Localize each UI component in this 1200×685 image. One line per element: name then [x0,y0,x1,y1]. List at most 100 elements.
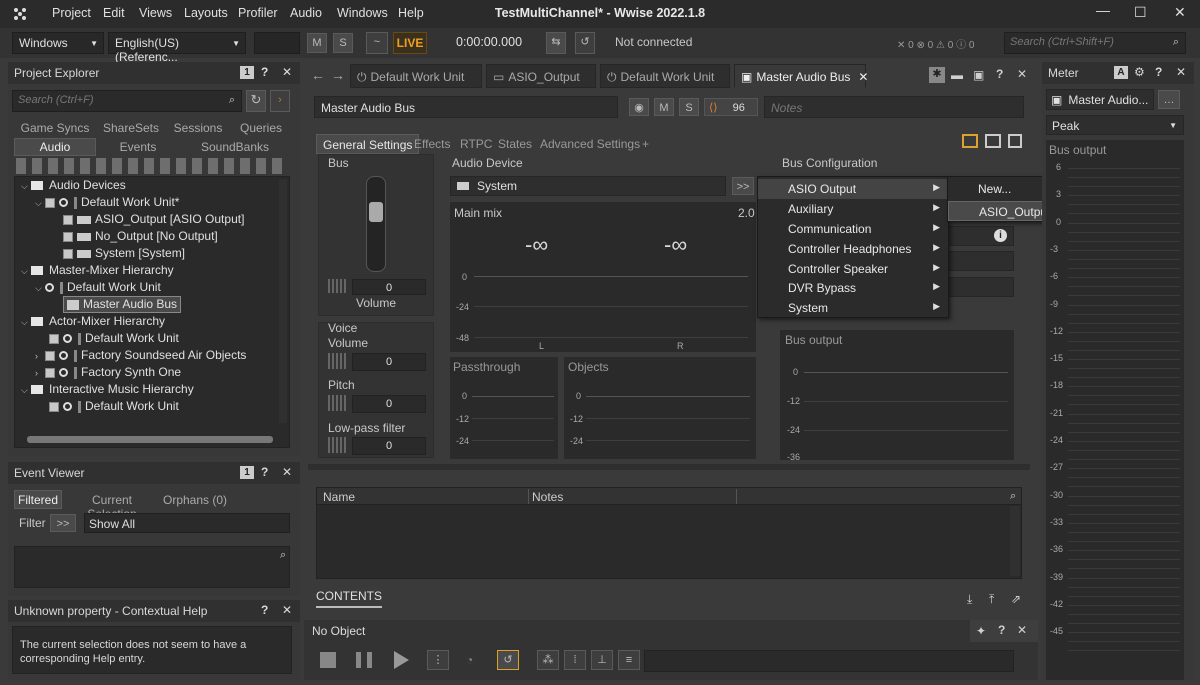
tab-general-settings[interactable]: General Settings [316,134,420,154]
info-icon[interactable]: i [994,229,1007,242]
live-button[interactable]: LIVE [393,32,427,54]
color-palette-icon[interactable]: ◉ [629,98,649,116]
tab-contents[interactable]: CONTENTS [316,588,382,608]
filter-expand-button[interactable]: >> [50,514,76,532]
tree-item[interactable]: ASIO_Output [ASIO Output] [63,212,244,229]
mute-button[interactable]: M [654,98,674,116]
menu-item-system[interactable]: System ▶ [758,298,948,318]
tree-item[interactable]: ⌵ Actor-Mixer Hierarchy [21,314,165,331]
help-icon[interactable]: ? [1155,65,1162,79]
badge-one[interactable]: 1 [240,66,254,79]
event-list[interactable] [14,546,290,588]
close-panel-icon[interactable]: ✕ [1017,67,1027,81]
layout-single-icon[interactable] [962,134,978,148]
open-folder-icon[interactable]: ▬ [951,68,963,82]
filter-dropdown[interactable]: Show All [84,513,290,533]
help-icon[interactable]: ? [261,603,268,617]
nav-forward-icon[interactable]: → [331,67,345,83]
list-scrollbar[interactable] [1010,506,1020,576]
doc-tab-master-audio-bus[interactable]: ▣ Master Audio Bus ✕ [734,64,868,88]
tab-sharesets[interactable]: ShareSets [98,121,164,135]
close-panel-icon[interactable]: ✕ [1017,623,1027,637]
meter-bus-field[interactable]: ▣ Master Audio... [1046,89,1154,110]
timer-icon[interactable]: ◔ [466,653,473,667]
close-panel-icon[interactable]: ✕ [282,603,292,617]
download-icon[interactable]: ⤓ [967,592,972,607]
remote-connect-icon[interactable]: ⇆ [546,32,566,54]
stop-icon[interactable] [320,652,336,668]
doc-tab-asio-output[interactable]: ▭ ASIO_Output [486,64,596,88]
tab-events[interactable]: Events [98,140,178,154]
layout-split-icon[interactable] [985,134,1001,148]
tab-orphans[interactable]: Orphans (0) [162,493,228,507]
transport-tool-3[interactable]: ⊥ [591,650,613,670]
explorer-search-input[interactable]: Search (Ctrl+F) ⌕ [12,90,242,112]
external-link-icon[interactable]: ⇗ [1011,592,1021,606]
bus-config-field-1[interactable]: i [940,226,1014,246]
tab-add[interactable]: + [636,134,655,154]
menu-item-controller-headphones[interactable]: Controller Headphones ▶ [758,239,948,259]
transport-tool-2[interactable]: ⁞ [564,650,586,670]
minimize-icon[interactable]: — [1096,2,1110,18]
tab-audio[interactable]: Audio [14,138,96,156]
tree-item[interactable]: ⌵ Interactive Music Hierarchy [21,382,194,399]
pause-icon[interactable] [356,652,372,668]
close-panel-icon[interactable]: ✕ [1176,65,1186,79]
voice-volume-value[interactable]: 0 [352,353,426,371]
meter-a-icon[interactable]: A [1114,66,1128,79]
column-name[interactable]: Name [323,490,355,504]
tree-item[interactable]: ⌵ Default Work Unit* [35,195,179,212]
volume-fader-handle[interactable] [369,202,383,222]
help-icon[interactable]: ? [261,65,268,79]
disconnect-icon[interactable]: ↺ [575,32,595,54]
tree-item-selected[interactable]: Master Audio Bus [63,296,182,313]
tree-item[interactable]: ⌵ Default Work Unit [35,280,161,297]
play-icon[interactable] [394,651,409,669]
sync-arrow-icon[interactable]: › [270,90,290,112]
bus-config-field-2[interactable] [940,251,1014,271]
transport-timeline[interactable] [644,650,1014,672]
reference-count[interactable]: ⟨⟩ 96 [704,98,758,116]
menu-item-dvr-bypass[interactable]: DVR Bypass ▶ [758,278,948,298]
pitch-value[interactable]: 0 [352,395,426,413]
error-count-icon[interactable]: ✕ 0 ⊗ 0 ⚠ 0 ⓘ 0 [897,36,974,51]
tab-filtered[interactable]: Filtered [14,490,62,509]
object-name-field[interactable]: Master Audio Bus [314,96,618,118]
volume-fader[interactable] [366,176,386,272]
menu-item-controller-speaker[interactable]: Controller Speaker ▶ [758,259,948,279]
close-tab-icon[interactable]: ✕ [858,70,868,84]
tree-item[interactable]: ⌵ Master-Mixer Hierarchy [21,263,174,280]
tab-sessions[interactable]: Sessions [166,121,230,135]
badge-one[interactable]: 1 [240,466,254,479]
menu-item-communication[interactable]: Communication ▶ [758,219,948,239]
platform-dropdown[interactable]: Windows ▼ [12,32,104,54]
voice-volume-slider[interactable] [328,353,348,369]
tree-item[interactable]: Default Work Unit [49,331,179,348]
gear-icon[interactable]: ⚙ [1134,65,1145,79]
volume-slider-mini[interactable] [328,279,348,293]
tree-item[interactable]: › Factory Soundseed Air Objects [35,348,246,365]
tab-game-syncs[interactable]: Game Syncs [14,121,96,135]
tab-advanced-settings[interactable]: Advanced Settings [534,134,646,154]
pin-icon[interactable]: ✱ [929,67,945,83]
profiler-graph-icon[interactable]: ~ [366,32,388,54]
tree-item[interactable]: Default Work Unit [49,399,179,416]
tab-effects[interactable]: Effects [408,134,456,154]
search-icon[interactable]: ⌕ [1010,490,1016,503]
color-swatch[interactable] [254,32,300,54]
solo-button[interactable]: S [679,98,699,116]
close-icon[interactable]: ✕ [1174,4,1186,21]
doc-tab-default-work-unit-2[interactable]: ⏻ Default Work Unit [600,64,730,88]
notes-field[interactable]: Notes [764,96,1024,118]
tree-horizontal-scrollbar[interactable] [27,436,273,443]
column-notes[interactable]: Notes [532,490,563,504]
menu-item-asio-output[interactable]: ASIO Output ▶ [758,179,948,199]
reset-icon[interactable]: ↺ [497,650,519,670]
tree-item[interactable]: No_Output [No Output] [63,229,218,246]
transport-tool-4[interactable]: ≡ [618,650,640,670]
transport-tool-1[interactable]: ⁂ [537,650,559,670]
doc-tab-default-work-unit[interactable]: ⏻ Default Work Unit [350,64,482,88]
nav-back-icon[interactable]: ← [311,67,325,83]
menu-item-auxiliary[interactable]: Auxiliary ▶ [758,199,948,219]
save-icon[interactable]: ▣ [973,68,984,82]
